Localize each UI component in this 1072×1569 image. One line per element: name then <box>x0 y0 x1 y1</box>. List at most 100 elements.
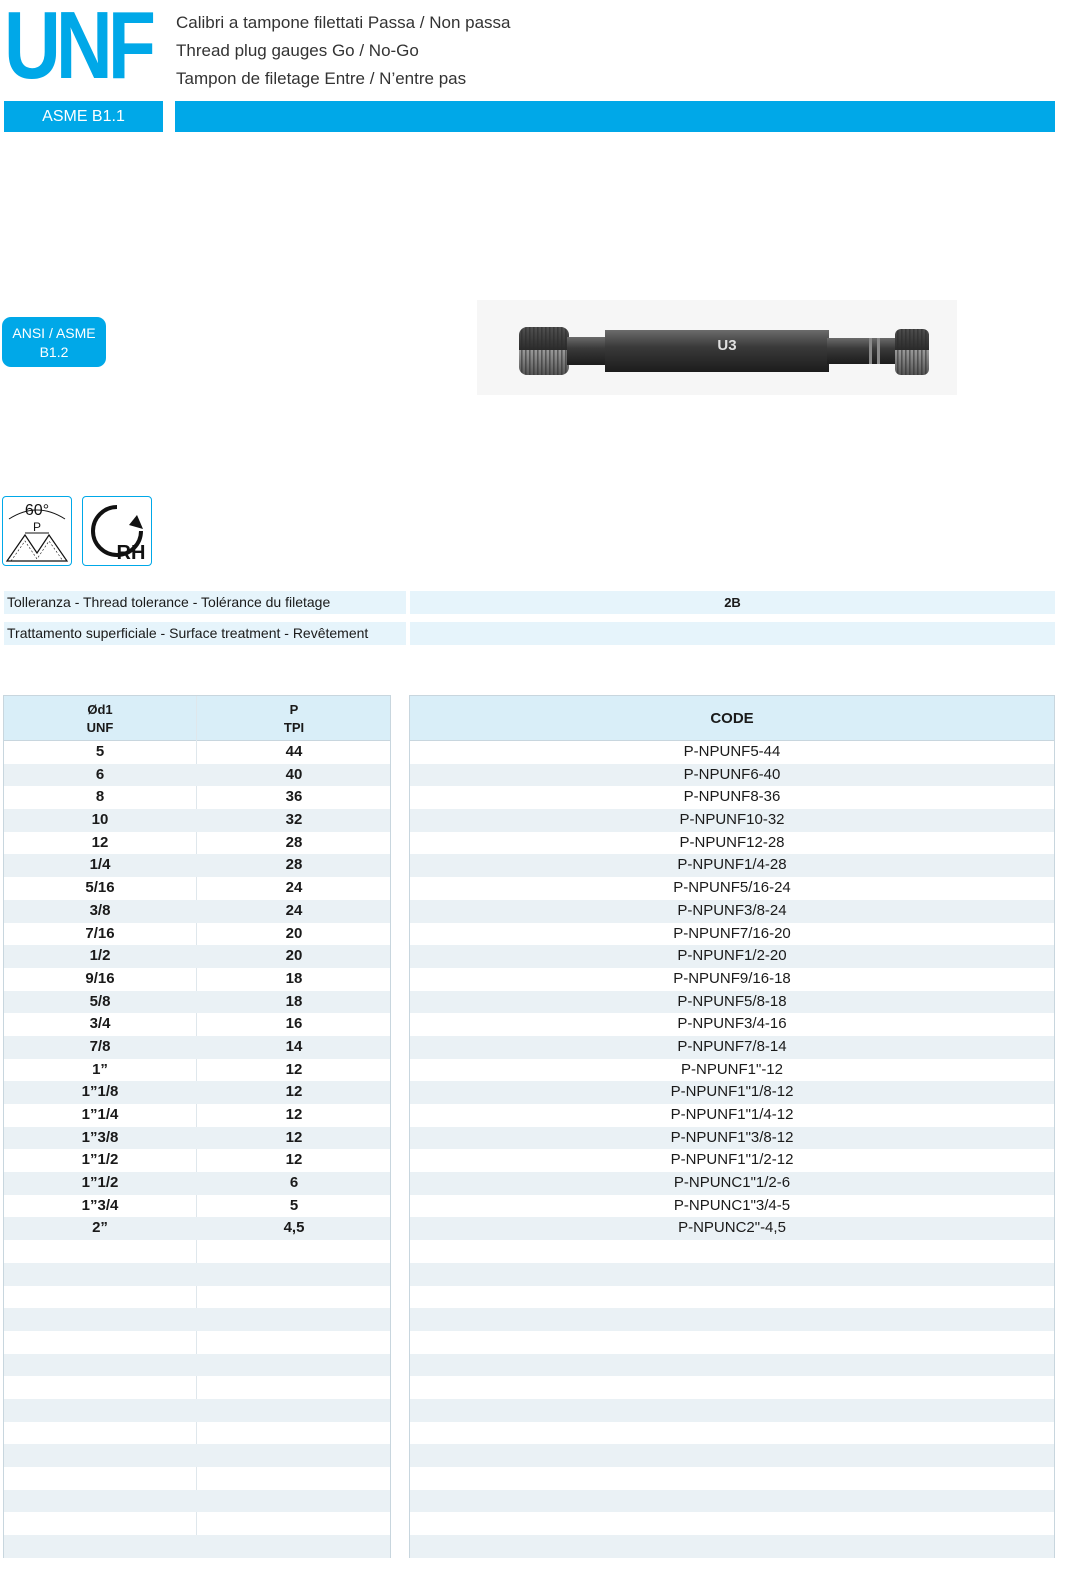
table-row <box>4 1353 390 1377</box>
cell-code: P-NPUNF5-44 <box>683 743 781 760</box>
table-row <box>410 1331 1054 1354</box>
cell-code: P-NPUNF12-28 <box>679 833 785 851</box>
cell-tpi: 12 <box>285 1106 303 1123</box>
table-row: 8 36 <box>4 786 390 809</box>
cell-diameter: 1”3/4 <box>81 1196 119 1214</box>
cell-diameter: 2” <box>92 1219 108 1237</box>
table-row: P-NPUNF9/16-18 <box>410 968 1054 991</box>
table-row: P-NPUNF8-36 <box>410 786 1054 809</box>
cell-diameter: 1”1/8 <box>81 1083 119 1101</box>
table-row: 3/8 24 <box>4 899 390 923</box>
standard-label: ASME B1.1 <box>4 101 163 132</box>
cell-tpi: 40 <box>285 765 303 783</box>
cell-code: P-NPUNF10-32 <box>679 811 785 829</box>
cell-tpi: 32 <box>285 811 303 829</box>
header-diameter-line1: Ød1 <box>87 701 113 717</box>
table-row <box>410 1398 1054 1422</box>
table-row: P-NPUNF1"1/2-12 <box>410 1149 1054 1172</box>
table-row: P-NPUNF5/16-24 <box>410 877 1054 900</box>
brand-logo: UNF <box>4 0 156 99</box>
cell-code: P-NPUNF7/8-14 <box>677 1037 787 1055</box>
header-pitch: P TPI <box>197 696 391 741</box>
spec-row-surface: Trattamento superficiale - Surface treat… <box>4 622 1055 645</box>
table-row: 7/16 20 <box>4 923 390 946</box>
table-row <box>4 1535 390 1558</box>
cell-diameter: 7/8 <box>89 1037 111 1055</box>
table-row: 10 32 <box>4 809 390 832</box>
table-row: 3/4 16 <box>4 1013 390 1036</box>
table-row <box>410 1286 1054 1309</box>
cell-diameter: 12 <box>91 833 109 851</box>
table-row <box>410 1422 1054 1445</box>
cell-code: P-NPUNF5/8-18 <box>677 992 787 1010</box>
table-row <box>4 1240 390 1263</box>
standard-text: ASME B1.1 <box>42 107 125 125</box>
ansi-badge: ANSI / ASME B1.2 <box>2 317 106 367</box>
table-row: P-NPUNF1/2-20 <box>410 945 1054 968</box>
table-row <box>410 1558 1054 1569</box>
cell-diameter: 8 <box>95 788 105 806</box>
cell-tpi: 36 <box>285 788 303 806</box>
cell-code: P-NPUNF5/16-24 <box>673 879 791 897</box>
table-row <box>4 1308 390 1331</box>
table-row: P-NPUNF10-32 <box>410 809 1054 832</box>
table-row: P-NPUNF12-28 <box>410 832 1054 855</box>
cell-tpi: 12 <box>285 1128 303 1146</box>
table-row: 1/4 28 <box>4 854 390 878</box>
cell-code: P-NPUNF6-40 <box>683 765 781 783</box>
cell-code: P-NPUNF7/16-20 <box>673 924 791 942</box>
cell-code: P-NPUNF3/4-16 <box>677 1015 787 1033</box>
gauge-logo-text: U3 <box>717 337 736 354</box>
table-row: 12 28 <box>4 832 390 855</box>
cell-diameter: 3/4 <box>89 1015 111 1033</box>
cell-code: P-NPUNF1"3/8-12 <box>670 1128 794 1146</box>
table-row: 5 44 <box>4 741 390 764</box>
cell-tpi: 18 <box>285 969 303 987</box>
cell-diameter: 1”1/4 <box>81 1106 119 1123</box>
cell-tpi: 24 <box>285 879 303 897</box>
cell-tpi: 14 <box>285 1037 303 1055</box>
table-row <box>410 1444 1054 1467</box>
cell-tpi: 20 <box>285 947 303 965</box>
spec-label: Trattamento superficiale - Surface treat… <box>4 622 406 645</box>
table-row: P-NPUNC2"-4,5 <box>410 1217 1054 1241</box>
cell-tpi: 16 <box>285 1015 303 1033</box>
cell-code: P-NPUNF1"-12 <box>680 1060 783 1078</box>
code-table-body: P-NPUNF5-44 P-NPUNF6-40 P-NPUNF8-36 P-NPUNF… <box>410 741 1054 1569</box>
cell-code: P-NPUNF9/16-18 <box>673 969 791 987</box>
table-row: P-NPUNC1"3/4-5 <box>410 1195 1054 1218</box>
cell-code: P-NPUNF1/2-20 <box>677 947 787 965</box>
cell-tpi: 24 <box>285 901 303 919</box>
title-english: Thread plug gauges Go / No-Go <box>176 41 419 60</box>
table-row <box>4 1422 390 1445</box>
cell-diameter: 1/4 <box>89 856 111 874</box>
cell-diameter: 10 <box>91 811 109 829</box>
cell-diameter: 5/16 <box>85 879 115 897</box>
cell-diameter: 5/8 <box>89 992 111 1010</box>
size-table-header: Ød1 UNF P TPI <box>4 696 390 741</box>
spec-value: 2B <box>410 591 1055 614</box>
table-row <box>410 1262 1054 1286</box>
spec-label: Tolleranza - Thread tolerance - Toléranc… <box>4 591 406 614</box>
table-row <box>4 1512 390 1535</box>
table-row: P-NPUNF1"-12 <box>410 1059 1054 1082</box>
cell-diameter: 1”3/8 <box>81 1128 119 1146</box>
title-french: Tampon de filetage Entre / N’entre pas <box>176 69 467 88</box>
table-row: P-NPUNC1"1/2-6 <box>410 1172 1054 1195</box>
table-row: P-NPUNF7/8-14 <box>410 1035 1054 1059</box>
table-row <box>410 1376 1054 1399</box>
table-row: 1/2 20 <box>4 945 390 968</box>
table-row: P-NPUNF1/4-28 <box>410 854 1054 878</box>
rh-label: RH <box>117 542 146 564</box>
cell-tpi: 12 <box>285 1060 303 1078</box>
table-row <box>4 1331 390 1354</box>
cell-tpi: 18 <box>285 992 303 1010</box>
table-row <box>4 1558 390 1569</box>
table-row: 1”1/2 12 <box>4 1149 390 1172</box>
cell-code: P-NPUNC2"-4,5 <box>678 1219 786 1237</box>
badge-line1: ANSI / ASME <box>12 325 96 341</box>
cell-diameter: 1”1/2 <box>81 1151 119 1169</box>
table-row: 1”3/4 5 <box>4 1195 390 1218</box>
badge-line2: B1.2 <box>39 344 69 360</box>
table-row <box>4 1262 390 1286</box>
